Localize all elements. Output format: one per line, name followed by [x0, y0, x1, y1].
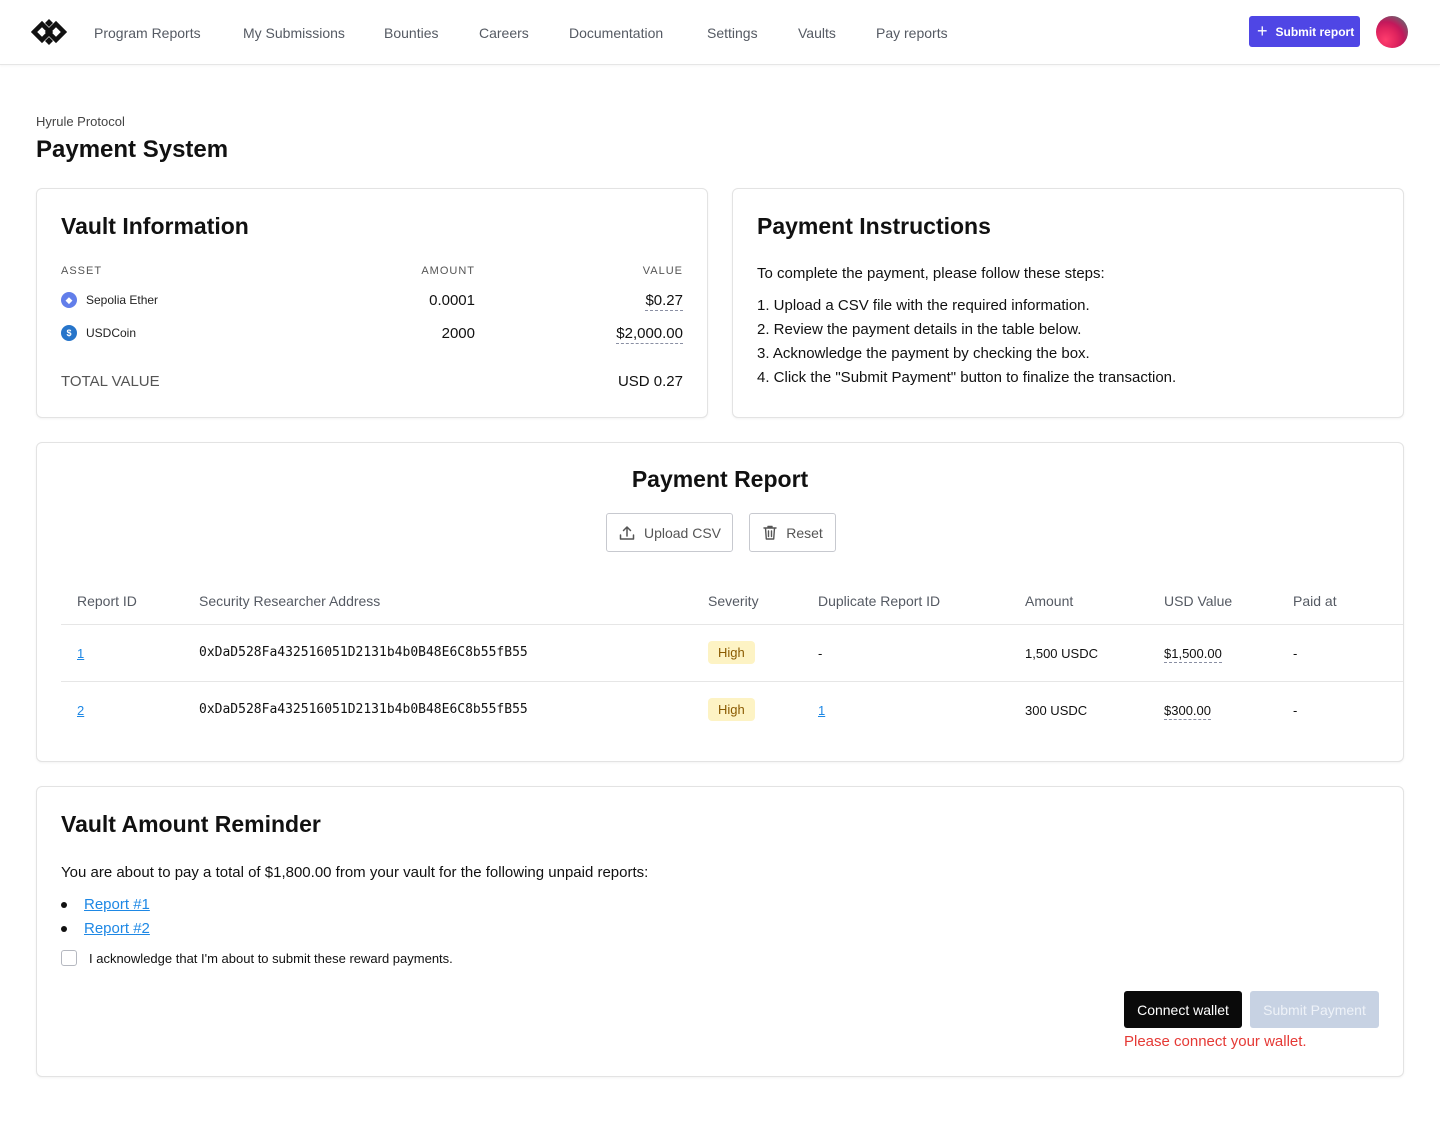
- instruction-step: 1. Upload a CSV file with the required i…: [757, 297, 1090, 314]
- top-navbar: Program Reports My Submissions Bounties …: [0, 0, 1440, 65]
- nav-pay-reports[interactable]: Pay reports: [876, 25, 948, 41]
- asset-row-usdc: $ USDCoin: [61, 325, 136, 341]
- duplicate-report-id-link[interactable]: 1: [818, 703, 825, 718]
- table-divider: [61, 624, 1403, 625]
- reminder-text: You are about to pay a total of $1,800.0…: [61, 864, 649, 881]
- nav-vaults[interactable]: Vaults: [798, 25, 836, 41]
- amount-header: AMOUNT: [421, 265, 475, 277]
- payment-instructions-card: Payment Instructions To complete the pay…: [732, 188, 1404, 418]
- usdc-icon: $: [61, 325, 77, 341]
- asset-value[interactable]: $2,000.00: [616, 325, 683, 344]
- trash-icon: [763, 525, 777, 540]
- payment-report-title: Payment Report: [631, 466, 809, 492]
- breadcrumb: Hyrule Protocol: [36, 114, 125, 129]
- amount: 300 USDC: [1025, 703, 1088, 718]
- nav-documentation[interactable]: Documentation: [569, 25, 663, 41]
- acknowledge-label[interactable]: I acknowledge that I'm about to submit t…: [89, 951, 453, 966]
- page-title: Payment System: [36, 136, 229, 163]
- duplicate-report-id: -: [818, 646, 823, 661]
- value-header: VALUE: [642, 265, 683, 277]
- researcher-address: 0xDaD528Fa432516051D2131b4b0B48E6C8b55fB…: [199, 645, 528, 660]
- payment-instructions-title: Payment Instructions: [757, 213, 991, 239]
- vault-information-title: Vault Information: [61, 213, 249, 239]
- acknowledge-checkbox[interactable]: [61, 950, 77, 966]
- total-value-label: TOTAL VALUE: [61, 373, 160, 390]
- asset-name: USDCoin: [86, 326, 137, 340]
- submit-report-button[interactable]: + Submit report: [1249, 16, 1360, 47]
- report-link[interactable]: Report #2: [84, 920, 150, 937]
- bullet-icon: [61, 901, 67, 908]
- instruction-step: 4. Click the "Submit Payment" button to …: [757, 369, 1177, 386]
- asset-amount: 2000: [441, 325, 475, 342]
- bullet-icon: [61, 925, 67, 932]
- asset-row-sepolia: ◆ Sepolia Ether: [61, 292, 158, 308]
- usd-value[interactable]: $1,500.00: [1164, 646, 1222, 663]
- report-id-link[interactable]: 1: [77, 646, 84, 661]
- nav-my-submissions[interactable]: My Submissions: [243, 25, 345, 41]
- paid-at: -: [1293, 646, 1298, 661]
- plus-icon: +: [1257, 20, 1268, 41]
- reset-label: Reset: [786, 524, 823, 541]
- connect-wallet-button[interactable]: Connect wallet: [1124, 991, 1242, 1028]
- nav-settings[interactable]: Settings: [707, 25, 758, 41]
- upload-icon: [619, 525, 635, 540]
- list-item: Report #1: [61, 896, 150, 913]
- avatar[interactable]: [1376, 16, 1408, 48]
- researcher-address: 0xDaD528Fa432516051D2131b4b0B48E6C8b55fB…: [199, 702, 528, 717]
- col-researcher-address: Security Researcher Address: [199, 593, 381, 609]
- instruction-step: 3. Acknowledge the payment by checking t…: [757, 345, 1090, 362]
- severity-badge: High: [708, 698, 755, 721]
- col-duplicate-report-id: Duplicate Report ID: [818, 593, 941, 609]
- reset-button[interactable]: Reset: [749, 513, 836, 552]
- col-amount: Amount: [1025, 593, 1074, 609]
- total-value: USD 0.27: [617, 373, 683, 390]
- asset-amount: 0.0001: [429, 292, 475, 309]
- col-paid-at: Paid at: [1293, 593, 1337, 609]
- ethereum-icon: ◆: [61, 292, 77, 308]
- asset-name: Sepolia Ether: [86, 293, 159, 307]
- severity-badge: High: [708, 641, 755, 664]
- amount: 1,500 USDC: [1025, 646, 1098, 661]
- paid-at: -: [1293, 703, 1298, 718]
- vault-amount-reminder-card: Vault Amount Reminder You are about to p…: [36, 786, 1404, 1077]
- nav-bounties[interactable]: Bounties: [384, 25, 438, 41]
- list-item: Report #2: [61, 920, 150, 937]
- instruction-step: 2. Review the payment details in the tab…: [757, 321, 1082, 338]
- upload-csv-label: Upload CSV: [643, 524, 722, 541]
- report-link[interactable]: Report #1: [84, 896, 150, 913]
- usd-value[interactable]: $300.00: [1164, 703, 1211, 720]
- vault-information-card: Vault Information ASSET AMOUNT VALUE ◆ S…: [36, 188, 708, 418]
- report-id-link[interactable]: 2: [77, 703, 84, 718]
- nav-careers[interactable]: Careers: [479, 25, 529, 41]
- col-severity: Severity: [708, 593, 759, 609]
- payment-report-card: Payment Report Upload CSV Reset Report I…: [36, 442, 1404, 762]
- logo-icon[interactable]: [31, 16, 67, 48]
- nav-program-reports[interactable]: Program Reports: [94, 25, 201, 41]
- wallet-error-message: Please connect your wallet.: [1124, 1033, 1307, 1050]
- table-divider: [61, 681, 1403, 682]
- asset-header: ASSET: [61, 265, 103, 277]
- upload-csv-button[interactable]: Upload CSV: [606, 513, 733, 552]
- acknowledge-row: I acknowledge that I'm about to submit t…: [61, 950, 453, 966]
- col-usd-value: USD Value: [1164, 593, 1233, 609]
- vault-amount-reminder-title: Vault Amount Reminder: [61, 811, 321, 837]
- submit-payment-button[interactable]: Submit Payment: [1250, 991, 1379, 1028]
- instructions-intro: To complete the payment, please follow t…: [757, 265, 1105, 282]
- col-report-id: Report ID: [77, 593, 137, 609]
- submit-report-label: Submit report: [1275, 24, 1355, 39]
- asset-value[interactable]: $0.27: [645, 292, 683, 311]
